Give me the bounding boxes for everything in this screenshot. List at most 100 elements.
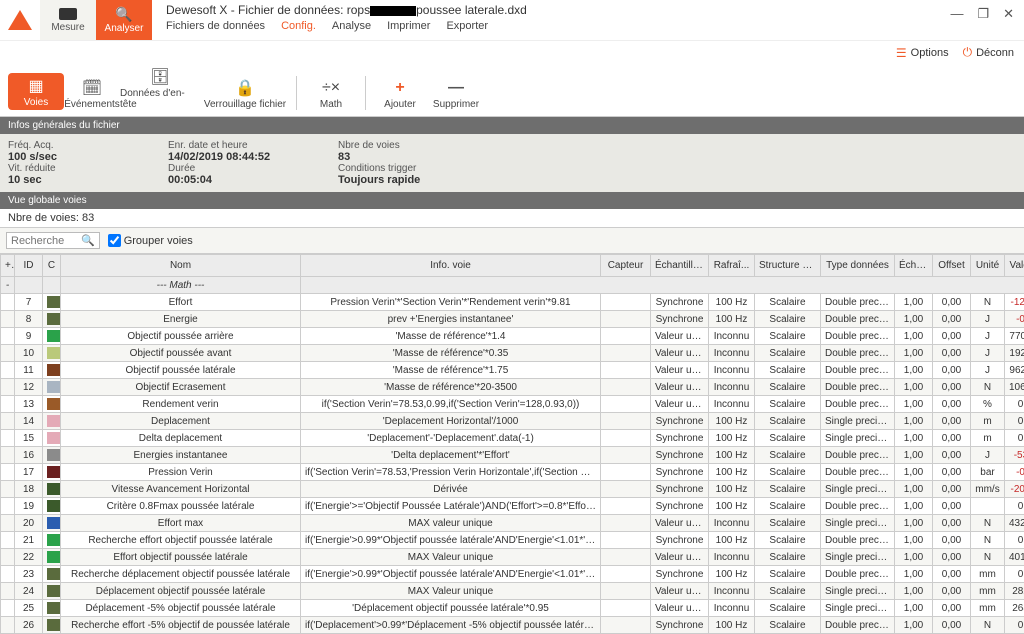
- cell-color[interactable]: [43, 345, 61, 362]
- table-row[interactable]: 22Effort objectif poussée latéraleMAX Va…: [1, 549, 1024, 566]
- cell-color[interactable]: [43, 311, 61, 328]
- cell-struct: Scalaire: [755, 481, 821, 498]
- table-row[interactable]: 11Objectif poussée latérale'Masse de réf…: [1, 362, 1024, 379]
- cell-id: 14: [15, 413, 43, 430]
- col-unit[interactable]: Unité: [971, 255, 1005, 277]
- tool-entete[interactable]: 🗄 Données d'en-tête: [120, 66, 200, 110]
- table-row[interactable]: 23Recherche déplacement objectif poussée…: [1, 566, 1024, 583]
- deconnexion-button[interactable]: ⏻Déconn: [963, 45, 1014, 60]
- col-c[interactable]: C: [43, 255, 61, 277]
- cell-color[interactable]: [43, 379, 61, 396]
- tool-supprimer[interactable]: — Supprimer: [428, 77, 484, 110]
- cell-color[interactable]: [43, 600, 61, 617]
- col-id[interactable]: ID: [15, 255, 43, 277]
- table-row[interactable]: 13Rendement verinif('Section Verin'=78.5…: [1, 396, 1024, 413]
- search-input[interactable]: [11, 235, 81, 247]
- search-box[interactable]: 🔍: [6, 232, 100, 249]
- cell-offset: 0,00: [933, 345, 971, 362]
- col-ech[interactable]: Échantillon...: [651, 255, 709, 277]
- cell-info: MAX valeur unique: [301, 515, 601, 532]
- minimize-button[interactable]: —: [950, 6, 963, 21]
- cell-echelle: 1,00: [895, 311, 933, 328]
- col-val[interactable]: Valeur...: [1005, 255, 1024, 277]
- gauge-icon: [59, 8, 77, 20]
- cell-color[interactable]: [43, 413, 61, 430]
- cell-color[interactable]: [43, 447, 61, 464]
- cell-echelle: 1,00: [895, 379, 933, 396]
- col-info[interactable]: Info. voie: [301, 255, 601, 277]
- table-row[interactable]: 7EffortPression Verin'*'Section Verin'*'…: [1, 294, 1024, 311]
- menu-analyse[interactable]: Analyse: [332, 20, 371, 32]
- cell-type: Double precision: [821, 311, 895, 328]
- cell-struct: Scalaire: [755, 532, 821, 549]
- table-row[interactable]: 21Recherche effort objectif poussée laté…: [1, 532, 1024, 549]
- tool-math[interactable]: ÷× Math: [303, 77, 359, 110]
- table-row[interactable]: 18Vitesse Avancement HorizontalDérivéeSy…: [1, 481, 1024, 498]
- table-row[interactable]: 8Energieprev +'Energies instantanee'Sync…: [1, 311, 1024, 328]
- group-toggle[interactable]: -: [1, 277, 15, 294]
- minus-icon: —: [448, 77, 464, 99]
- cell-info: if('Energie'>0.99*'Objectif poussée laté…: [301, 532, 601, 549]
- cell-echelle: 1,00: [895, 464, 933, 481]
- close-button[interactable]: ✕: [1003, 6, 1014, 22]
- grouper-voies-checkbox[interactable]: Grouper voies: [108, 234, 193, 247]
- table-row[interactable]: 14Deplacement'Deplacement Horizontal'/10…: [1, 413, 1024, 430]
- tab-mesure[interactable]: Mesure: [40, 0, 96, 40]
- tool-verrou[interactable]: 🔒 Verrouillage fichier: [200, 77, 290, 110]
- table-row[interactable]: 25Déplacement -5% objectif poussée latér…: [1, 600, 1024, 617]
- table-row[interactable]: 10Objectif poussée avant'Masse de référe…: [1, 345, 1024, 362]
- col-offset[interactable]: Offset: [933, 255, 971, 277]
- cell-color[interactable]: [43, 515, 61, 532]
- cell-color[interactable]: [43, 396, 61, 413]
- table-row[interactable]: 19Critère 0.8Fmax poussée latéraleif('En…: [1, 498, 1024, 515]
- table-row[interactable]: 17Pression Verinif('Section Verin'=78.53…: [1, 464, 1024, 481]
- grouper-voies-input[interactable]: [108, 234, 121, 247]
- col-raf[interactable]: Rafraî...: [709, 255, 755, 277]
- col-expand[interactable]: +: [1, 255, 15, 277]
- maximize-button[interactable]: ❐: [977, 6, 989, 22]
- cell-color[interactable]: [43, 532, 61, 549]
- menu-imprimer[interactable]: Imprimer: [387, 20, 430, 32]
- col-struct[interactable]: Structure de...: [755, 255, 821, 277]
- cell-color[interactable]: [43, 617, 61, 634]
- col-nom[interactable]: Nom: [61, 255, 301, 277]
- cell-color[interactable]: [43, 481, 61, 498]
- tool-voies[interactable]: ▦ Voies: [8, 73, 64, 110]
- cell-color[interactable]: [43, 430, 61, 447]
- cell-color[interactable]: [43, 549, 61, 566]
- col-type[interactable]: Type données: [821, 255, 895, 277]
- menu-exporter[interactable]: Exporter: [446, 20, 488, 32]
- cell-color[interactable]: [43, 464, 61, 481]
- cell-unit: m: [971, 413, 1005, 430]
- table-row[interactable]: 26Recherche effort -5% objectif de pouss…: [1, 617, 1024, 634]
- cell-raf: Inconnu: [709, 379, 755, 396]
- tool-ajouter[interactable]: + Ajouter: [372, 77, 428, 110]
- table-row[interactable]: 12Objectif Ecrasement'Masse de référence…: [1, 379, 1024, 396]
- tab-analyser-label: Analyser: [105, 23, 144, 34]
- col-capteur[interactable]: Capteur: [601, 255, 651, 277]
- toolbar-separator: [365, 76, 366, 110]
- col-echelle[interactable]: Échelle: [895, 255, 933, 277]
- tab-analyser[interactable]: 🔍 Analyser: [96, 0, 152, 40]
- toolbar: ▦ Voies 🗓 Événements 🗄 Données d'en-tête…: [0, 64, 1024, 117]
- cell-color[interactable]: [43, 362, 61, 379]
- cell-echelle: 1,00: [895, 532, 933, 549]
- menu-config[interactable]: Config.: [281, 20, 316, 32]
- table-row[interactable]: 15Delta deplacement'Deplacement'-'Deplac…: [1, 430, 1024, 447]
- cell-color[interactable]: [43, 498, 61, 515]
- options-button[interactable]: ☰Options: [896, 45, 949, 60]
- cell-color[interactable]: [43, 566, 61, 583]
- cell-color[interactable]: [43, 328, 61, 345]
- table-row[interactable]: 16Energies instantanee'Delta deplacement…: [1, 447, 1024, 464]
- table-row[interactable]: 9Objectif poussée arrière'Masse de référ…: [1, 328, 1024, 345]
- menu-fichiers[interactable]: Fichiers de données: [166, 20, 265, 32]
- toolbar-separator: [296, 76, 297, 110]
- tool-evenements[interactable]: 🗓 Événements: [64, 77, 120, 110]
- cell-unit: mm/s: [971, 481, 1005, 498]
- cell-ech: Synchrone: [651, 481, 709, 498]
- cell-color[interactable]: [43, 583, 61, 600]
- cell-color[interactable]: [43, 294, 61, 311]
- table-row[interactable]: 20Effort maxMAX valeur uniqueValeur uniq…: [1, 515, 1024, 532]
- table-row[interactable]: 24Déplacement objectif poussée latéraleM…: [1, 583, 1024, 600]
- cell-unit: [971, 498, 1005, 515]
